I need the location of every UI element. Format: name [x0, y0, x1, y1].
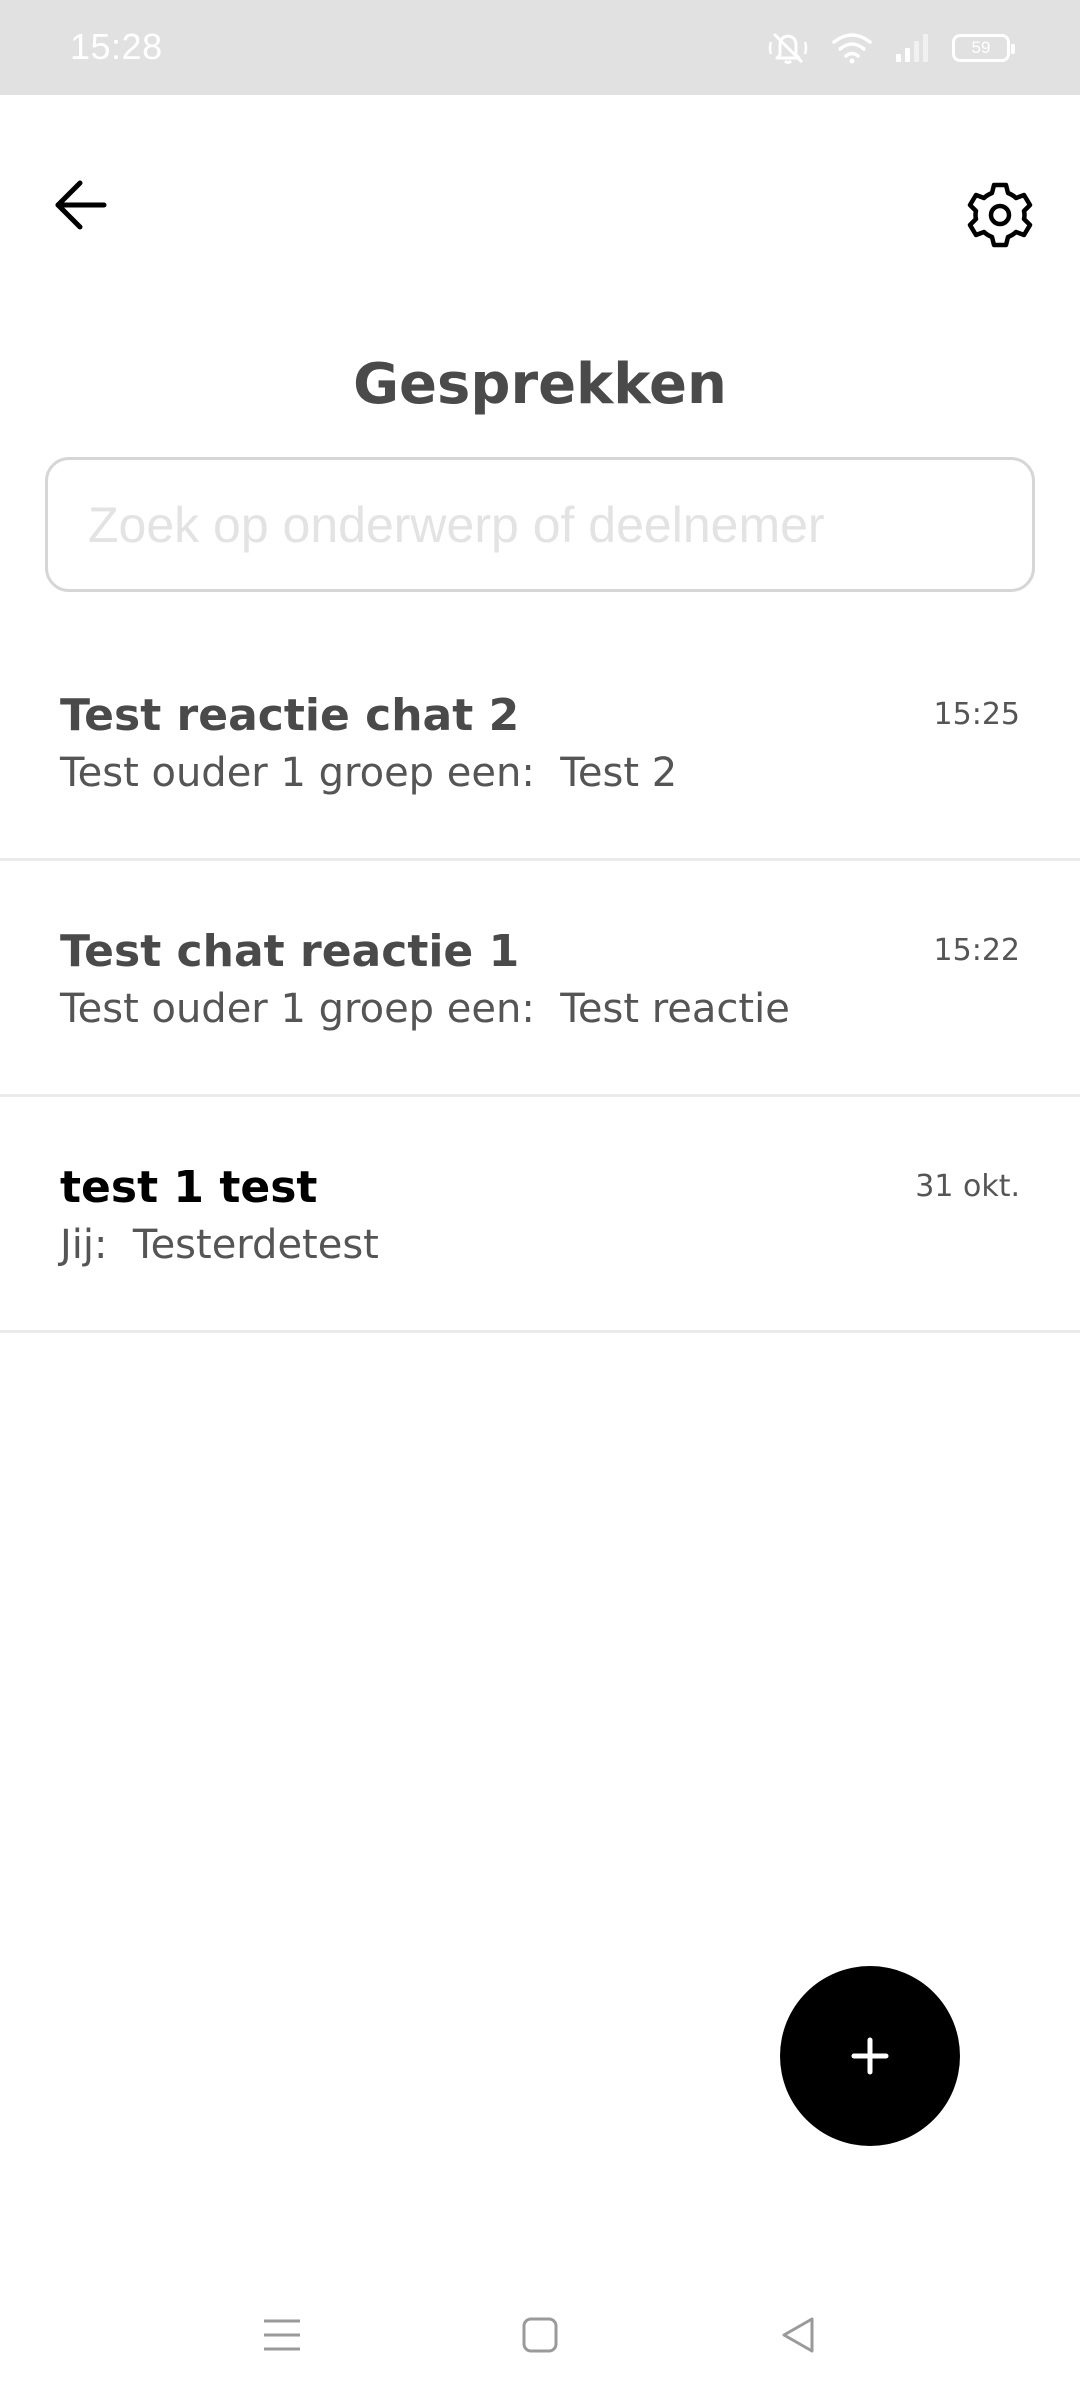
battery-icon: 59: [952, 34, 1015, 62]
mute-icon: [766, 28, 810, 68]
conversation-item[interactable]: test 1 test Jij: Testerdetest 31 okt.: [0, 1097, 1080, 1333]
back-button[interactable]: [40, 165, 120, 245]
system-back-button[interactable]: [768, 2305, 828, 2365]
system-nav-bar: [0, 2290, 1080, 2380]
home-square-icon: [522, 2317, 558, 2353]
conversation-item[interactable]: Test reactie chat 2 Test ouder 1 groep e…: [0, 625, 1080, 861]
back-triangle-icon: [782, 2317, 814, 2353]
plus-icon: [851, 2037, 889, 2075]
gear-icon: [967, 182, 1033, 248]
conversation-preview: Test ouder 1 groep een: Test reactie: [60, 986, 790, 1032]
conversation-title: Test reactie chat 2: [60, 690, 520, 741]
conversation-title: test 1 test: [60, 1162, 318, 1213]
conversation-time: 31 okt.: [915, 1169, 1020, 1204]
recent-apps-button[interactable]: [252, 2305, 312, 2365]
search-box: [45, 457, 1035, 592]
status-time: 15:28: [70, 26, 163, 67]
conversation-title: Test chat reactie 1: [60, 926, 520, 977]
conversations-screen: 15:28 59 Gesprekken Zoek op onderwerp of…: [0, 0, 1080, 2400]
menu-icon: [264, 2319, 300, 2351]
conversation-item[interactable]: Test chat reactie 1 Test ouder 1 groep e…: [0, 861, 1080, 1097]
page-title: Gesprekken: [353, 352, 727, 417]
arrow-left-icon: [55, 180, 107, 230]
conversation-time: 15:25: [933, 697, 1020, 732]
conversation-list: Test reactie chat 2 Test ouder 1 groep e…: [0, 625, 1080, 1333]
status-icons: 59: [766, 28, 1015, 68]
wifi-icon: [832, 32, 872, 64]
home-button[interactable]: [510, 2305, 570, 2365]
conversation-time: 15:22: [933, 933, 1020, 968]
status-bar: 15:28 59: [0, 0, 1080, 95]
conversation-preview: Test ouder 1 groep een: Test 2: [60, 750, 678, 796]
signal-icon: [894, 32, 930, 64]
search-input[interactable]: [48, 460, 1032, 589]
conversation-preview: Jij: Testerdetest: [60, 1222, 379, 1268]
new-conversation-button[interactable]: [780, 1966, 960, 2146]
settings-button[interactable]: [960, 175, 1040, 255]
